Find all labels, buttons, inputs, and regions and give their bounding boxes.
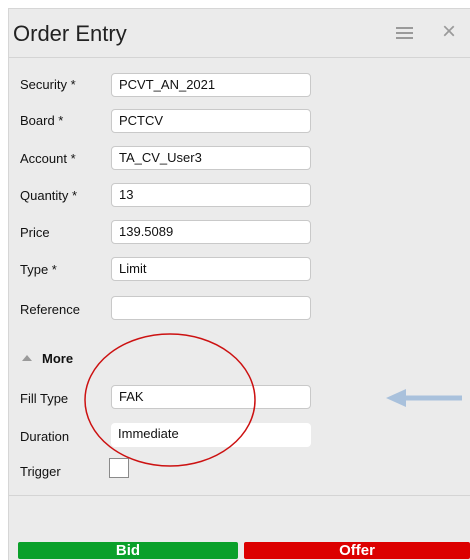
reference-field[interactable] bbox=[111, 296, 311, 320]
type-field[interactable]: Limit bbox=[111, 257, 311, 281]
price-label: Price bbox=[20, 225, 50, 240]
bid-button[interactable]: Bid bbox=[18, 542, 238, 559]
account-field[interactable]: TA_CV_User3 bbox=[111, 146, 311, 170]
type-label: Type * bbox=[20, 262, 57, 277]
panel-title: Order Entry bbox=[13, 21, 127, 46]
panel-header: Order Entry × bbox=[9, 9, 470, 58]
security-label: Security * bbox=[20, 77, 76, 92]
quantity-field[interactable]: 13 bbox=[111, 183, 311, 207]
offer-button[interactable]: Offer bbox=[244, 542, 470, 559]
price-field[interactable]: 139.5089 bbox=[111, 220, 311, 244]
account-label: Account * bbox=[20, 151, 76, 166]
security-field[interactable]: PCVT_AN_2021 bbox=[111, 73, 311, 97]
duration-field[interactable]: Immediate bbox=[111, 423, 311, 447]
fill-type-label: Fill Type bbox=[20, 391, 69, 406]
order-entry-panel: Order Entry × Security * PCVT_AN_2021 Bo… bbox=[8, 8, 470, 560]
trigger-checkbox[interactable] bbox=[109, 458, 129, 478]
board-label: Board * bbox=[20, 113, 64, 128]
more-label: More bbox=[42, 351, 74, 366]
close-icon[interactable]: × bbox=[442, 20, 456, 44]
board-field[interactable]: PCTCV bbox=[111, 109, 311, 133]
footer-divider bbox=[9, 495, 470, 496]
duration-label: Duration bbox=[20, 429, 70, 444]
fill-type-field[interactable]: FAK bbox=[111, 385, 311, 409]
more-toggle[interactable]: More bbox=[22, 351, 73, 366]
reference-label: Reference bbox=[20, 302, 80, 317]
triangle-up-icon bbox=[22, 355, 32, 361]
quantity-label: Quantity * bbox=[20, 188, 78, 203]
hamburger-menu-icon[interactable] bbox=[396, 26, 413, 40]
trigger-label: Trigger bbox=[20, 464, 61, 479]
